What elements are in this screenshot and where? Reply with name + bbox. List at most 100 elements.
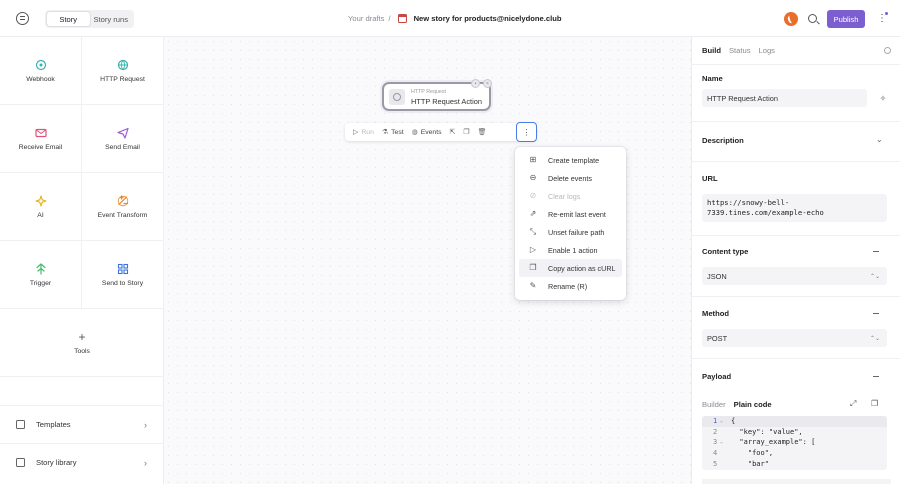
tab-story[interactable]: Story xyxy=(47,12,90,26)
chevron-right-icon: › xyxy=(144,457,147,468)
template-icon: ⊞ xyxy=(529,155,537,164)
chevron-down-icon[interactable]: ⌄ xyxy=(876,135,883,144)
tab-status[interactable]: Status xyxy=(729,46,751,55)
webhook-icon xyxy=(35,59,46,70)
test-label: Test xyxy=(391,128,404,136)
delete-button[interactable]: 🗑 xyxy=(476,128,489,136)
name-input[interactable]: HTTP Request Action xyxy=(702,89,867,107)
collapse-icon[interactable] xyxy=(873,313,879,315)
menu-icon[interactable] xyxy=(16,12,29,25)
ai-sparkle-icon[interactable]: ✧ xyxy=(877,93,889,105)
divider xyxy=(692,161,900,162)
content-type-select[interactable]: JSON ⌃⌄ xyxy=(702,267,887,285)
collapse-icon[interactable] xyxy=(873,251,879,253)
code-line: 5 "bar" xyxy=(702,459,887,470)
re-emit-icon: ⇗ xyxy=(529,209,537,218)
copy-icon: ❐ xyxy=(529,263,537,272)
payload-label: Payload xyxy=(702,372,732,381)
code-line: 2 "key": "value", xyxy=(702,427,887,438)
node-type-label: HTTP Request xyxy=(411,89,446,95)
events-button[interactable]: ◍ Events xyxy=(410,128,444,137)
trash-icon: 🗑 xyxy=(477,129,487,136)
breadcrumb-drafts[interactable]: Your drafts xyxy=(348,14,384,23)
tab-logs[interactable]: Logs xyxy=(759,46,775,55)
tines-logo-icon[interactable] xyxy=(784,12,798,26)
fold-icon[interactable]: ⌄ xyxy=(720,416,723,427)
tab-build[interactable]: Build xyxy=(702,46,721,55)
menu-item-rename[interactable]: ✎ Rename (R) xyxy=(519,277,622,295)
run-button[interactable]: ▷ Run xyxy=(351,128,376,137)
menu-item-label: Clear logs xyxy=(548,191,581,201)
fold-icon[interactable]: ⌄ xyxy=(720,437,723,448)
story-library-label: Story library xyxy=(36,458,77,467)
code-text: { xyxy=(731,417,736,425)
top-bar: Story Story runs Your drafts / New story… xyxy=(0,0,900,37)
flask-icon: ⚗ xyxy=(381,129,389,136)
description-label: Description xyxy=(702,136,744,145)
tab-builder[interactable]: Builder xyxy=(702,400,726,409)
menu-item-label: Create template xyxy=(548,155,600,165)
palette-item-send-email[interactable]: Send Email xyxy=(82,105,164,173)
divider xyxy=(692,235,900,236)
duplicate-button[interactable]: ❐ xyxy=(461,128,471,136)
search-icon[interactable] xyxy=(808,14,817,23)
publish-button[interactable]: Publish xyxy=(827,10,865,28)
palette-item-label: Receive Email xyxy=(18,143,63,151)
method-select[interactable]: POST ⌃⌄ xyxy=(702,329,887,347)
select-arrow-icon: ⌃⌄ xyxy=(869,335,880,342)
menu-item-re-emit-last-event[interactable]: ⇗ Re-emit last event xyxy=(519,205,622,223)
divider xyxy=(692,121,900,122)
palette-item-trigger[interactable]: Trigger xyxy=(0,241,82,309)
payload-code-editor[interactable]: 1 ⌄{ 2 "key": "value", 3 ⌄ "array_example"… xyxy=(702,416,887,470)
send-to-story-icon xyxy=(117,263,128,274)
palette-item-send-to-story[interactable]: Send to Story xyxy=(82,241,164,309)
palette-item-tools[interactable]: + Tools xyxy=(0,309,164,377)
menu-item-enable-action[interactable]: ▷ Enable 1 action xyxy=(519,241,622,259)
tab-story-runs[interactable]: Story runs xyxy=(90,12,133,26)
story-library-link[interactable]: Story library › xyxy=(0,443,164,481)
expand-icon[interactable]: ⤢ xyxy=(850,399,856,409)
code-line: 3 ⌄ "array_example": [ xyxy=(702,437,887,448)
info-icon[interactable] xyxy=(884,47,891,54)
palette-item-http-request[interactable]: HTTP Request xyxy=(82,37,164,105)
open-external-button[interactable]: ⇱ xyxy=(448,128,458,136)
divider xyxy=(692,296,900,297)
more-actions-button[interactable]: ⋮ xyxy=(516,122,537,142)
url-input[interactable]: https://snowy-bell- 7339.tines.com/examp… xyxy=(702,194,887,222)
palette-item-webhook[interactable]: Webhook xyxy=(0,37,82,105)
node-close-badge[interactable]: × xyxy=(483,79,492,88)
menu-item-delete-events[interactable]: ⊖ Delete events xyxy=(519,169,622,187)
templates-link[interactable]: Templates › xyxy=(0,405,164,443)
breadcrumb: Your drafts / New story for products@nic… xyxy=(348,14,562,23)
events-label: Events xyxy=(420,128,442,136)
panel-tabs: Build Status Logs xyxy=(702,46,775,55)
palette-item-label: AI xyxy=(37,211,44,219)
node-info-badge[interactable]: • xyxy=(471,79,480,88)
collapse-icon[interactable] xyxy=(873,376,879,378)
divider xyxy=(692,64,900,65)
story-canvas[interactable]: HTTP Request HTTP Request Action • × ▷ Ru… xyxy=(164,37,691,484)
menu-item-create-template[interactable]: ⊞ Create template xyxy=(519,151,622,169)
menu-item-copy-as-curl[interactable]: ❐ Copy action as cURL xyxy=(519,259,622,277)
tab-plain-code[interactable]: Plain code xyxy=(734,400,772,409)
test-button[interactable]: ⚗ Test xyxy=(380,128,406,137)
palette-item-ai[interactable]: AI xyxy=(0,173,82,241)
http-request-icon xyxy=(117,59,128,70)
content-type-value: JSON xyxy=(707,271,727,281)
story-title[interactable]: New story for products@nicelydone.club xyxy=(414,14,562,23)
copy-icon[interactable]: ❐ xyxy=(871,399,878,408)
line-number: 2 xyxy=(713,427,718,436)
name-label: Name xyxy=(702,74,723,83)
divider xyxy=(692,358,900,359)
more-options-icon[interactable]: ⋮ xyxy=(877,12,887,26)
tools-label: Tools xyxy=(74,347,90,355)
line-number: 5 xyxy=(713,459,718,468)
menu-item-unset-failure-path[interactable]: ⤡ Unset failure path xyxy=(519,223,622,241)
palette-item-receive-email[interactable]: Receive Email xyxy=(0,105,82,173)
duplicate-icon: ❐ xyxy=(463,129,470,136)
palette-item-event-transform[interactable]: Event Transform xyxy=(82,173,164,241)
content-type-label: Content type xyxy=(702,247,749,256)
action-config-panel: Build Status Logs Name HTTP Request Acti… xyxy=(691,37,900,484)
clear-logs-icon: ⊘ xyxy=(529,191,537,200)
play-icon: ▷ xyxy=(353,129,359,136)
